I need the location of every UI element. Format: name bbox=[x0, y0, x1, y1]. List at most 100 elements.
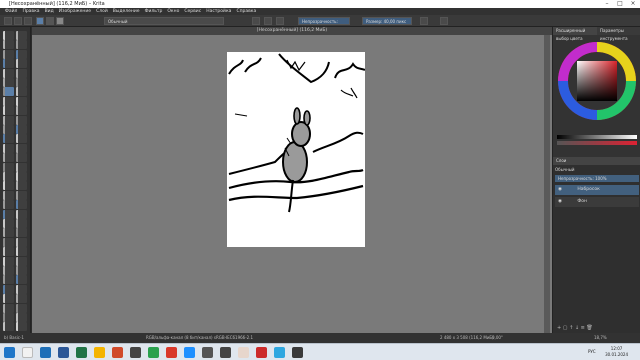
value-slider[interactable] bbox=[557, 135, 637, 139]
tool-icon[interactable] bbox=[16, 209, 27, 219]
app-icon[interactable] bbox=[220, 347, 231, 358]
tool-icon[interactable] bbox=[16, 237, 27, 247]
telegram-icon[interactable] bbox=[184, 347, 195, 358]
tool-icon[interactable] bbox=[3, 59, 14, 69]
save-icon[interactable] bbox=[24, 17, 32, 25]
powerpoint-icon[interactable] bbox=[112, 347, 123, 358]
tool-icon[interactable] bbox=[3, 247, 14, 257]
tool-icon[interactable] bbox=[3, 322, 14, 332]
explorer-icon[interactable] bbox=[94, 347, 105, 358]
tool-icon[interactable] bbox=[3, 78, 14, 87]
tool-icon[interactable] bbox=[16, 40, 27, 50]
tool-icon[interactable] bbox=[16, 228, 27, 238]
tool-icon[interactable] bbox=[16, 256, 27, 266]
tool-icon[interactable] bbox=[3, 68, 14, 78]
tool-icon[interactable] bbox=[3, 49, 14, 59]
tool-icon[interactable] bbox=[16, 284, 27, 294]
brush-preset-icon[interactable] bbox=[36, 17, 44, 25]
tool-icon[interactable] bbox=[16, 313, 27, 322]
visibility-eye-icon[interactable]: ◉ bbox=[558, 187, 562, 192]
tool-icon[interactable] bbox=[16, 96, 27, 106]
minimize-icon[interactable]: – bbox=[600, 0, 614, 8]
tool-icon[interactable] bbox=[3, 106, 14, 116]
app-icon[interactable] bbox=[202, 347, 213, 358]
tool-icon[interactable] bbox=[16, 49, 27, 59]
tool-icon[interactable] bbox=[3, 219, 14, 228]
word-icon[interactable] bbox=[58, 347, 69, 358]
app-icon[interactable] bbox=[130, 347, 141, 358]
tool-icon[interactable] bbox=[16, 78, 27, 87]
tool-icon[interactable] bbox=[16, 153, 27, 163]
tool-icon[interactable] bbox=[16, 31, 27, 40]
tool-icon[interactable] bbox=[3, 275, 14, 285]
tool-icon[interactable] bbox=[3, 87, 14, 97]
tool-icon[interactable] bbox=[3, 162, 14, 172]
close-icon[interactable]: × bbox=[626, 0, 640, 8]
tool-icon[interactable] bbox=[3, 266, 14, 275]
excel-icon[interactable] bbox=[76, 347, 87, 358]
wrap-icon[interactable] bbox=[440, 17, 448, 25]
tool-icon[interactable] bbox=[3, 313, 14, 322]
vertical-scrollbar[interactable] bbox=[544, 35, 550, 333]
tool-icon[interactable] bbox=[3, 181, 14, 191]
tool-icon[interactable] bbox=[3, 134, 14, 144]
tool-icon[interactable] bbox=[16, 59, 27, 69]
mirror-icon[interactable] bbox=[420, 17, 428, 25]
open-icon[interactable] bbox=[14, 17, 22, 25]
document-tab[interactable]: [Несохранённый] (116,2 MиБ) bbox=[32, 27, 552, 35]
menu-item[interactable]: Сервис bbox=[184, 8, 201, 15]
menu-item[interactable]: Файл bbox=[5, 8, 17, 15]
menu-item[interactable]: Вид bbox=[45, 8, 54, 15]
tool-icon[interactable] bbox=[3, 96, 14, 106]
tool-icon[interactable] bbox=[16, 200, 27, 210]
edge-icon[interactable] bbox=[40, 347, 51, 358]
tool-icon[interactable] bbox=[16, 266, 27, 275]
yandex-icon[interactable] bbox=[238, 347, 249, 358]
tool-icon[interactable] bbox=[16, 162, 27, 172]
tab-tool-options[interactable]: Параметры инструмента bbox=[597, 27, 640, 41]
tool-icon[interactable] bbox=[3, 172, 14, 181]
tool-icon[interactable] bbox=[16, 219, 27, 228]
size-slider[interactable]: Размер: 40,00 пикс bbox=[362, 17, 412, 25]
tool-icon[interactable] bbox=[3, 31, 14, 40]
tool-icon[interactable] bbox=[16, 172, 27, 181]
tool-icon[interactable] bbox=[3, 228, 14, 238]
tool-icon[interactable] bbox=[3, 40, 14, 50]
app-icon[interactable] bbox=[274, 347, 285, 358]
menu-item[interactable]: Настройка bbox=[206, 8, 231, 15]
tab-advanced-color[interactable]: Расширенный выбор цвета bbox=[553, 27, 597, 41]
tool-icon[interactable] bbox=[16, 87, 27, 97]
new-icon[interactable] bbox=[4, 17, 12, 25]
visibility-eye-icon[interactable]: ◉ bbox=[558, 199, 562, 204]
tool-icon[interactable] bbox=[16, 275, 27, 285]
layer-row[interactable]: ◉ Набросок bbox=[555, 185, 639, 195]
tool-icon[interactable] bbox=[3, 115, 14, 125]
opacity-slider[interactable]: Непрозрачность: 100% bbox=[298, 17, 350, 32]
tool-icon[interactable] bbox=[3, 303, 14, 313]
menu-item[interactable]: Изображение bbox=[59, 8, 91, 15]
menu-item[interactable]: Слой bbox=[96, 8, 108, 15]
krita-icon[interactable] bbox=[292, 347, 303, 358]
tool-icon[interactable] bbox=[3, 284, 14, 294]
tool-icon[interactable] bbox=[3, 256, 14, 266]
alpha-lock-icon[interactable] bbox=[264, 17, 272, 25]
tool-icon[interactable] bbox=[16, 68, 27, 78]
layer-opacity-slider[interactable]: Непрозрачность: 100% bbox=[555, 175, 639, 182]
tool-icon[interactable] bbox=[3, 153, 14, 163]
tool-icon[interactable] bbox=[16, 106, 27, 116]
menu-item[interactable]: Справка bbox=[236, 8, 256, 15]
tool-icon[interactable] bbox=[3, 200, 14, 210]
clock[interactable]: 12:07 30.01.2024 bbox=[605, 346, 628, 358]
blend-mode-select[interactable]: Обычный bbox=[104, 17, 224, 25]
tool-icon[interactable] bbox=[3, 209, 14, 219]
tool-icon[interactable] bbox=[16, 294, 27, 304]
canvas-area[interactable]: [Несохранённый] (116,2 MиБ) bbox=[32, 27, 552, 333]
tool-icon[interactable] bbox=[3, 125, 14, 134]
tool-icon[interactable] bbox=[3, 294, 14, 304]
bg-color-swatch[interactable] bbox=[56, 17, 64, 25]
menu-item[interactable]: Правка bbox=[22, 8, 39, 15]
menu-item[interactable]: Выделение bbox=[113, 8, 140, 15]
tool-icon[interactable] bbox=[16, 125, 27, 134]
tool-icon[interactable] bbox=[16, 143, 27, 153]
app-icon[interactable] bbox=[148, 347, 159, 358]
